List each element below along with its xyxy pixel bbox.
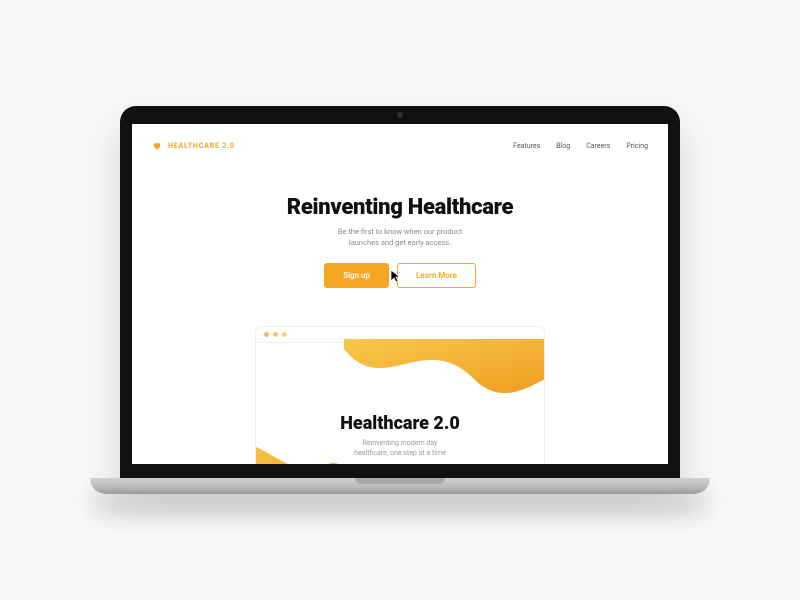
nav-pricing[interactable]: Pricing — [626, 142, 648, 150]
app-preview-window: Healthcare 2.0 Reinventing modern day he… — [255, 326, 545, 465]
signup-button[interactable]: Sign up — [324, 263, 389, 288]
hero-subtitle-line2: launches and get early access. — [349, 238, 451, 247]
main-nav: Features Blog Careers Pricing — [513, 142, 648, 150]
hero-title: Reinventing Healthcare — [132, 195, 668, 220]
nav-blog[interactable]: Blog — [556, 142, 570, 150]
brand-name: HEALTHCARE 2.0 — [168, 142, 235, 150]
laptop-notch — [355, 478, 445, 484]
laptop-camera — [397, 112, 403, 118]
learn-more-button-label: Learn More — [416, 271, 457, 280]
laptop-base — [90, 478, 710, 494]
hero: Reinventing Healthcare Be the first to k… — [132, 161, 668, 304]
laptop-screen-bezel: HEALTHCARE 2.0 Features Blog Careers Pri… — [120, 106, 680, 478]
laptop-mockup: HEALTHCARE 2.0 Features Blog Careers Pri… — [120, 106, 680, 494]
heart-icon — [152, 136, 162, 155]
header: HEALTHCARE 2.0 Features Blog Careers Pri… — [132, 124, 668, 161]
preview-subtitle: Reinventing modern day healthcare, one s… — [256, 438, 544, 459]
preview-subtitle-line1: Reinventing modern day — [363, 439, 438, 447]
landing-page: HEALTHCARE 2.0 Features Blog Careers Pri… — [132, 124, 668, 464]
hero-subtitle: Be the first to know when our product la… — [132, 226, 668, 249]
hero-subtitle-line1: Be the first to know when our product — [338, 227, 462, 236]
browser-viewport: HEALTHCARE 2.0 Features Blog Careers Pri… — [132, 124, 668, 464]
learn-more-button[interactable]: Learn More — [397, 263, 476, 288]
window-dot-min-icon — [273, 332, 278, 337]
preview-body: Healthcare 2.0 Reinventing modern day he… — [256, 413, 544, 459]
window-dot-close-icon — [264, 332, 269, 337]
brand[interactable]: HEALTHCARE 2.0 — [152, 136, 235, 155]
nav-careers[interactable]: Careers — [586, 142, 610, 150]
preview-subtitle-line2: healthcare, one step at a time — [354, 449, 446, 457]
signup-button-label: Sign up — [343, 271, 370, 280]
cta-row: Sign up Learn More — [132, 263, 668, 288]
window-dot-max-icon — [282, 332, 287, 337]
nav-features[interactable]: Features — [513, 142, 540, 150]
preview-title: Healthcare 2.0 — [256, 413, 544, 434]
preview-wrap: Healthcare 2.0 Reinventing modern day he… — [132, 326, 668, 465]
